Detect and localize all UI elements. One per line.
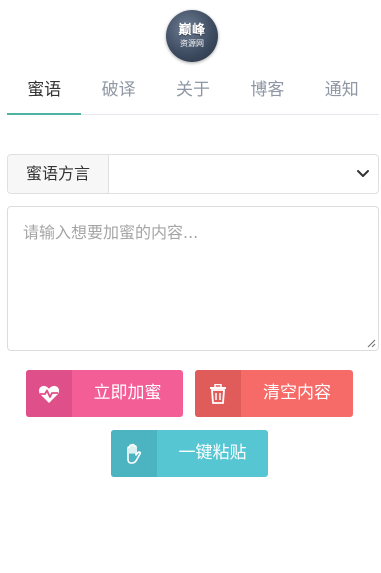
tab-bar: 蜜语 破译 关于 博客 通知 [7,70,379,115]
dialect-select[interactable] [109,155,378,193]
tab-blog[interactable]: 博客 [230,70,304,115]
tab-miyu[interactable]: 蜜语 [7,70,82,115]
tab-notice[interactable]: 通知 [305,70,379,115]
dialect-label: 蜜语方言 [8,155,109,193]
encrypt-button[interactable]: 立即加蜜 [26,370,183,417]
paste-button[interactable]: 一键粘贴 [111,430,268,477]
tab-poyi[interactable]: 破译 [81,70,155,115]
textarea-placeholder: 请输入想要加蜜的内容... [23,223,199,242]
clear-button[interactable]: 清空内容 [195,370,353,417]
dialect-select-group: 蜜语方言 [7,154,379,194]
chevron-down-icon [357,170,369,177]
trash-icon [195,370,241,417]
logo-title: 巅峰 [178,22,206,38]
site-logo: 巅峰 资源网 [166,10,218,62]
encrypt-button-label: 立即加蜜 [93,383,162,403]
content-textarea[interactable]: 请输入想要加蜜的内容... [7,206,379,351]
resize-grip-icon[interactable] [366,338,376,348]
logo-subtitle: 资源网 [180,38,204,48]
hand-icon [111,430,157,477]
clear-button-label: 清空内容 [263,383,331,403]
heartbeat-icon [26,370,72,417]
paste-button-label: 一键粘贴 [178,443,247,463]
tab-about[interactable]: 关于 [156,70,230,115]
